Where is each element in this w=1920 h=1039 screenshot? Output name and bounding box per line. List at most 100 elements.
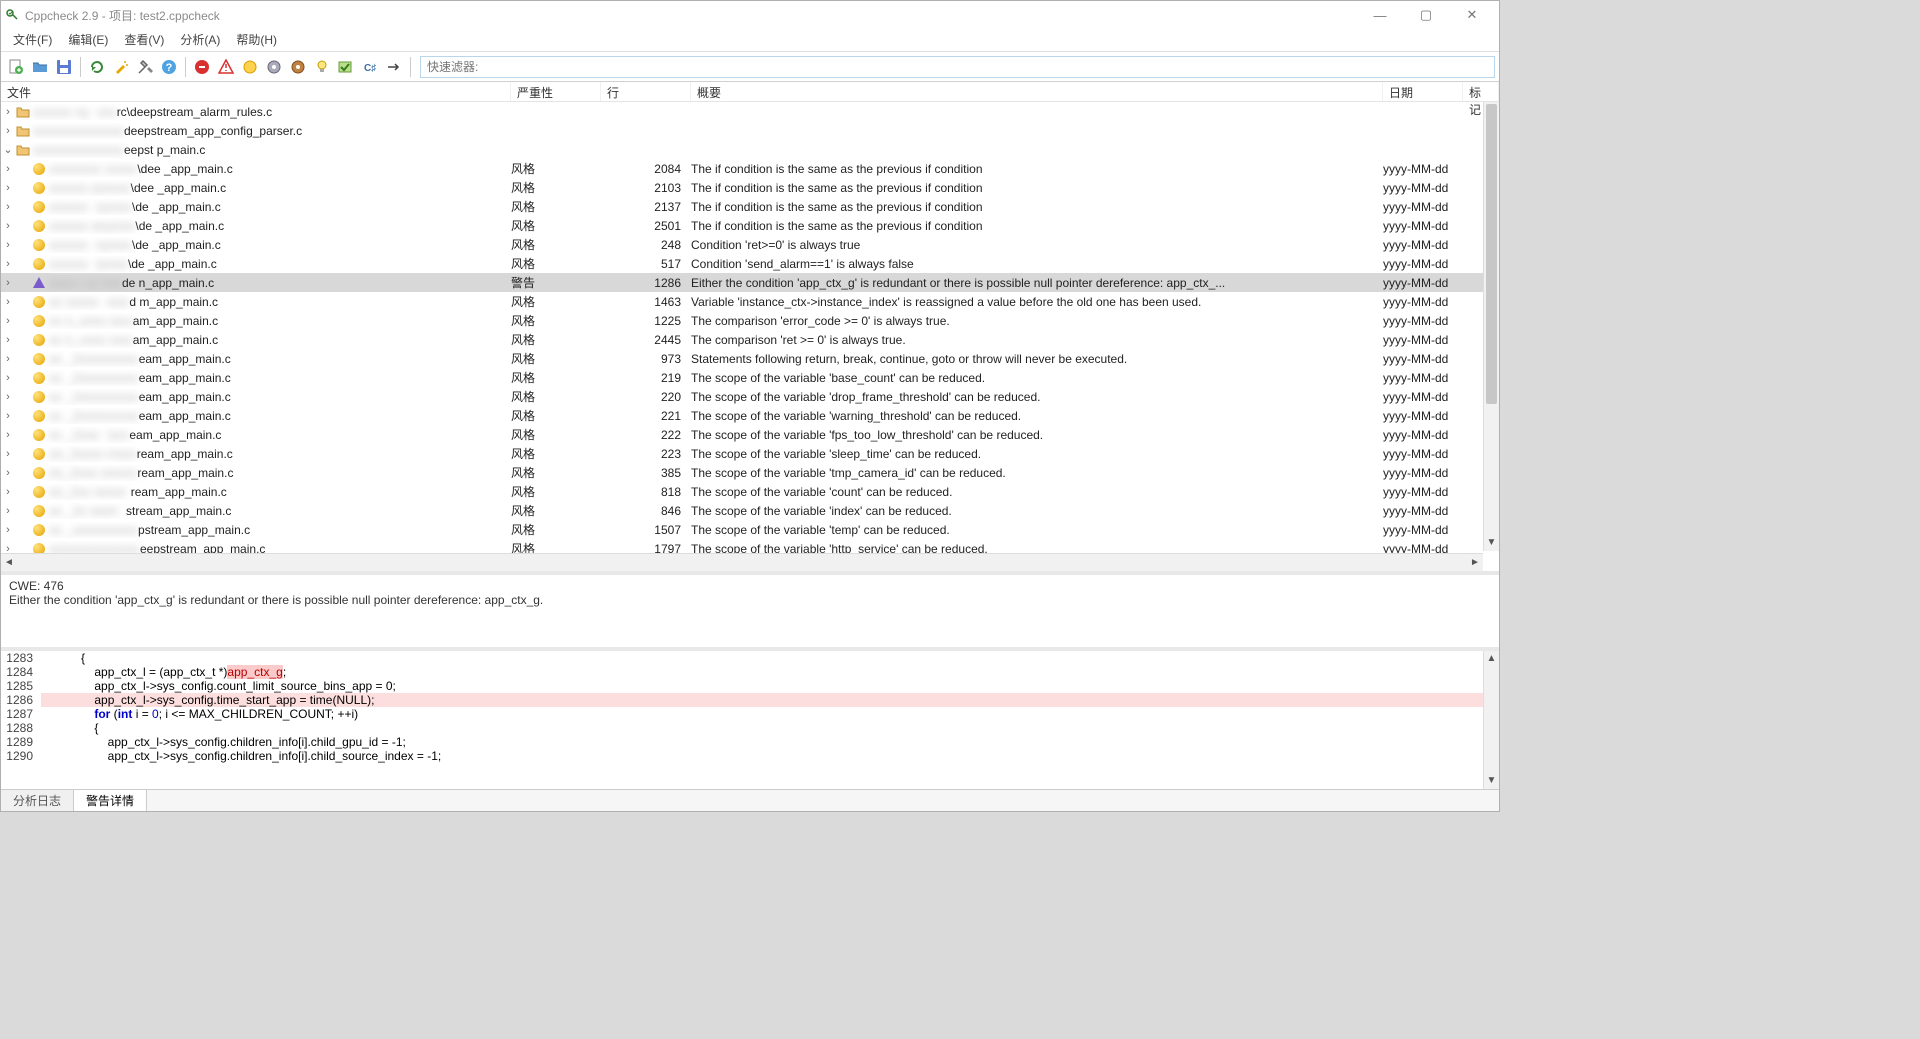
tab-analysis-log[interactable]: 分析日志 [1, 790, 74, 811]
expand-icon[interactable]: › [1, 163, 15, 175]
style-icon [31, 161, 47, 177]
expand-icon[interactable]: › [1, 486, 15, 498]
expand-icon[interactable]: › [1, 353, 15, 365]
expand-icon[interactable]: › [1, 277, 15, 289]
col-file[interactable]: 文件 [1, 82, 511, 101]
issue-row[interactable]: ›xx _2xxx \sro eam_app_main.c风格222The sc… [1, 425, 1499, 444]
toolbar-warning-icon[interactable] [215, 56, 237, 78]
results-hscrollbar[interactable]: ◄ ► [1, 553, 1483, 571]
expand-icon[interactable]: › [1, 467, 15, 479]
style-icon [31, 256, 47, 272]
quick-filter-input[interactable] [421, 60, 1494, 74]
issue-row[interactable]: ›on_2xxx on\sro ream_app_main.c风格385The … [1, 463, 1499, 482]
toolbar-save[interactable] [53, 56, 75, 78]
toolbar-cpp-icon[interactable]: C♯ [359, 56, 381, 78]
file-row[interactable]: ⌄xxxxxxxxxxxxxxeepst p_main.c [1, 140, 1499, 159]
menu-item[interactable]: 文件(F) [5, 29, 60, 51]
toolbar-tools[interactable] [134, 56, 156, 78]
file-row[interactable]: ›xxxxxx ny xxxrc\deepstream_alarm_rules.… [1, 102, 1499, 121]
quick-filter[interactable] [420, 56, 1495, 78]
file-path: xx _2xxxxxxxxx eam_app_main.c [49, 371, 231, 385]
issue-row[interactable]: ›xxxxxx nyvixx\de _app_main.c风格2137The i… [1, 197, 1499, 216]
expand-icon[interactable]: › [1, 239, 15, 251]
issue-row[interactable]: ›xx nxxxx vixxd m_app_main.c风格1463Variab… [1, 292, 1499, 311]
issue-row[interactable]: ›xxxxxx nyvixx\de _app_main.c风格248Condit… [1, 235, 1499, 254]
toolbar-open[interactable] [29, 56, 51, 78]
expand-icon[interactable]: › [1, 391, 15, 403]
col-summary[interactable]: 概要 [691, 82, 1383, 101]
issue-row[interactable]: ›xx _2xxxxxxxxx eam_app_main.c风格973State… [1, 349, 1499, 368]
issue-row[interactable]: ›on_2xx ion\sr ream_app_main.c风格818The s… [1, 482, 1499, 501]
col-mark[interactable]: 标记 [1463, 82, 1499, 101]
expand-icon[interactable]: › [1, 334, 15, 346]
scroll-thumb[interactable] [1486, 104, 1497, 404]
toolbar-bulb-icon[interactable] [311, 56, 333, 78]
toolbar-arrow-icon[interactable] [383, 56, 405, 78]
issue-row[interactable]: ›xxxxxx iyvixxx\dee _app_main.c风格2103The… [1, 178, 1499, 197]
col-date[interactable]: 日期 [1383, 82, 1463, 101]
results-vscrollbar[interactable]: ▲ ▼ [1483, 102, 1499, 551]
tab-warning-detail[interactable]: 警告详情 [74, 790, 147, 811]
expand-icon[interactable]: › [1, 410, 15, 422]
toolbar-reload[interactable] [86, 56, 108, 78]
scroll-up-icon[interactable]: ▲ [1484, 651, 1499, 667]
expand-icon[interactable]: › [1, 505, 15, 517]
issue-row[interactable]: ›xx _2xxxxxxxxx eam_app_main.c风格221The s… [1, 406, 1499, 425]
issue-row[interactable]: ›xxxx i xx ivixde n_app_main.c警告1286Eith… [1, 273, 1499, 292]
file-path: xxxxxx iyvixx\de _app_main.c [49, 257, 217, 271]
file-path: on_2xxx on\sro ream_app_main.c [49, 466, 233, 480]
toolbar-check-icon[interactable] [335, 56, 357, 78]
file-row[interactable]: ›xxxxxxxxxxxxxxdeepstream_app_config_par… [1, 121, 1499, 140]
issue-row[interactable]: ›xx n_xxxx ixxx am_app_main.c风格1225The c… [1, 311, 1499, 330]
expand-icon[interactable]: › [1, 220, 15, 232]
menu-item[interactable]: 分析(A) [172, 29, 228, 51]
expand-icon[interactable]: › [1, 429, 15, 441]
expand-icon[interactable]: › [1, 182, 15, 194]
issue-row[interactable]: ›xxxxxxxx vxxxx\dee _app_main.c风格2084The… [1, 159, 1499, 178]
cell-summary: The comparison 'ret >= 0' is always true… [691, 333, 1383, 347]
detail-message: Either the condition 'app_ctx_g' is redu… [9, 593, 1491, 607]
expand-icon[interactable]: › [1, 372, 15, 384]
toolbar-new[interactable] [5, 56, 27, 78]
toolbar-style-icon[interactable] [239, 56, 261, 78]
issue-row[interactable]: ›xxxxxx iyvixx\de _app_main.c风格517Condit… [1, 254, 1499, 273]
code-line: 1289 app_ctx_l->sys_config.children_info… [1, 735, 1499, 749]
toolbar-help[interactable]: ? [158, 56, 180, 78]
col-line[interactable]: 行 [601, 82, 691, 101]
issue-row[interactable]: ›xx _2xxxxxxxxx eam_app_main.c风格220The s… [1, 387, 1499, 406]
collapse-icon[interactable]: ⌄ [1, 143, 15, 156]
issue-row[interactable]: ›on_2xxxx n\sro ream_app_main.c风格223The … [1, 444, 1499, 463]
toolbar-gear-icon[interactable] [263, 56, 285, 78]
expand-icon[interactable]: › [1, 524, 15, 536]
toolbar-stop[interactable] [191, 56, 213, 78]
issue-row[interactable]: ›xx n_xxxx ixxx am_app_main.c风格2445The c… [1, 330, 1499, 349]
toolbar-perf-icon[interactable] [287, 56, 309, 78]
expand-icon[interactable]: › [1, 448, 15, 460]
issue-row[interactable]: ›xx _2xxxxxxxxx eam_app_main.c风格219The s… [1, 368, 1499, 387]
menu-item[interactable]: 编辑(E) [60, 29, 116, 51]
expand-icon[interactable]: › [1, 201, 15, 213]
expand-icon[interactable]: › [1, 296, 15, 308]
expand-icon[interactable]: › [1, 125, 15, 137]
cell-summary: Statements following return, break, cont… [691, 352, 1383, 366]
scroll-down-icon[interactable]: ▼ [1484, 535, 1499, 551]
toolbar-magic[interactable] [110, 56, 132, 78]
issue-row[interactable]: ›xx _2x sion\ stream_app_main.c风格846The … [1, 501, 1499, 520]
expand-icon[interactable]: › [1, 106, 15, 118]
scroll-left-icon[interactable]: ◄ [1, 554, 17, 571]
expand-icon[interactable]: › [1, 315, 15, 327]
minimize-button[interactable]: — [1357, 1, 1403, 29]
menu-item[interactable]: 查看(V) [116, 29, 172, 51]
code-vscrollbar[interactable]: ▲ ▼ [1483, 651, 1499, 789]
scroll-right-icon[interactable]: ► [1467, 554, 1483, 571]
col-severity[interactable]: 严重性 [511, 82, 601, 101]
issue-row[interactable]: ›xx _xxxxxxxxxx pstream_app_main.c风格1507… [1, 520, 1499, 539]
cell-date: yyyy-MM-dd [1383, 485, 1463, 499]
issue-row[interactable]: ›xxxxxx anyvixx\de _app_main.c风格2501The … [1, 216, 1499, 235]
cell-file: › xx _2xxxxxxxxx eam_app_main.c [1, 370, 511, 386]
menu-item[interactable]: 帮助(H) [228, 29, 285, 51]
maximize-button[interactable]: ▢ [1403, 1, 1449, 29]
expand-icon[interactable]: › [1, 258, 15, 270]
scroll-down-icon[interactable]: ▼ [1484, 773, 1499, 789]
close-button[interactable]: ✕ [1449, 1, 1495, 29]
